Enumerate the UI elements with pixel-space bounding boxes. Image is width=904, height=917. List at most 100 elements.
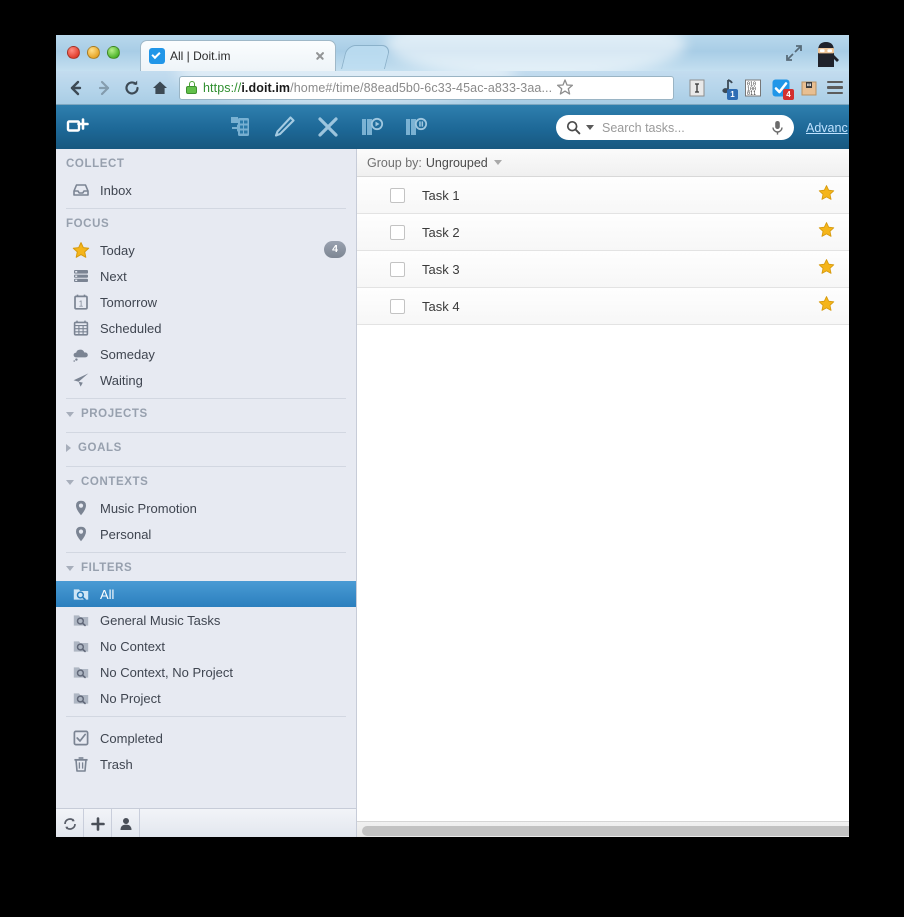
zoom-button[interactable]	[107, 46, 120, 59]
check-circle-icon	[149, 48, 165, 64]
sidebar-section-filters[interactable]: FILTERS	[56, 553, 356, 581]
chevron-down-icon[interactable]	[493, 160, 502, 165]
task-row[interactable]: Task 1	[357, 177, 849, 214]
star-outline-icon[interactable]	[556, 78, 576, 98]
expand-arrows-icon[interactable]	[783, 42, 805, 64]
new-tab-button[interactable]	[341, 45, 391, 69]
task-checkbox[interactable]	[390, 261, 405, 277]
back-arrow-icon[interactable]	[62, 74, 90, 102]
task-title: Task 3	[422, 261, 460, 277]
location-pin-icon	[70, 499, 92, 517]
ninja-avatar-icon[interactable]	[809, 37, 843, 69]
move-to-icon[interactable]	[218, 105, 262, 149]
search-box[interactable]: Search tasks...	[556, 115, 794, 140]
sidebar-item-completed[interactable]: Completed	[56, 725, 356, 751]
sidebar-item-music-promotion[interactable]: Music Promotion	[56, 495, 356, 521]
sidebar-item-all[interactable]: All	[56, 581, 356, 607]
sidebar-item-no-project[interactable]: No Project	[56, 685, 356, 711]
sidebar-item-general-music-tasks[interactable]: General Music Tasks	[56, 607, 356, 633]
search-input[interactable]: Search tasks...	[602, 121, 771, 135]
inbox-icon	[70, 181, 92, 199]
sidebar-item-scheduled[interactable]: Scheduled	[56, 315, 356, 341]
sidebar-item-label: Personal	[100, 526, 152, 542]
sidebar-item-label: All	[100, 586, 115, 602]
trash-icon	[70, 755, 92, 773]
add-task-icon[interactable]	[56, 105, 100, 149]
sidebar-section-projects[interactable]: PROJECTS	[56, 399, 356, 427]
close-icon[interactable]	[313, 49, 327, 63]
task-row[interactable]: Task 4	[357, 288, 849, 325]
device-frame: All | Doit.im https://i.doit.im/home#/ti…	[0, 0, 904, 917]
sync-button[interactable]	[56, 809, 84, 837]
sidebar-item-trash[interactable]: Trash	[56, 751, 356, 777]
task-checkbox[interactable]	[390, 224, 405, 240]
home-icon[interactable]	[146, 74, 174, 102]
timer-play-icon[interactable]	[350, 105, 394, 149]
sidebar-item-personal[interactable]: Personal	[56, 521, 356, 547]
tab-title: All | Doit.im	[170, 49, 231, 63]
list-icon	[70, 267, 92, 285]
minimize-button[interactable]	[87, 46, 100, 59]
sidebar-item-badge: 4	[324, 241, 346, 258]
sidebar-item-someday[interactable]: Someday	[56, 341, 356, 367]
sidebar-item-no-context[interactable]: No Context	[56, 633, 356, 659]
task-row[interactable]: Task 3	[357, 251, 849, 288]
lock-icon	[186, 81, 197, 94]
star-icon	[72, 242, 90, 258]
close-button[interactable]	[67, 46, 80, 59]
sidebar-section-goals[interactable]: GOALS	[56, 433, 356, 461]
group-by-bar[interactable]: Group by: Ungrouped	[357, 149, 849, 177]
account-button[interactable]	[112, 809, 140, 837]
chevron-down-icon[interactable]	[66, 565, 74, 571]
star-icon[interactable]	[818, 184, 835, 206]
extension-badge: 1	[727, 88, 738, 100]
sidebar-item-inbox[interactable]: Inbox	[56, 177, 356, 203]
browser-tab[interactable]: All | Doit.im	[140, 40, 336, 71]
sidebar-section-label: FOCUS	[66, 218, 110, 230]
hamburger-menu-icon[interactable]	[827, 81, 843, 94]
browser-titlebar: All | Doit.im	[56, 35, 849, 71]
sidebar-item-waiting[interactable]: Waiting	[56, 367, 356, 393]
sidebar-footer	[56, 808, 356, 837]
chevron-down-icon[interactable]	[586, 125, 594, 130]
sidebar-section-collect: COLLECT	[56, 149, 356, 177]
chevron-down-icon[interactable]	[66, 479, 74, 485]
chevron-right-icon[interactable]	[66, 444, 71, 452]
microphone-icon[interactable]	[771, 120, 784, 136]
sidebar-section-contexts[interactable]: CONTEXTS	[56, 467, 356, 495]
star-icon[interactable]	[818, 258, 835, 280]
star-icon[interactable]	[818, 295, 835, 317]
trash-icon	[74, 757, 88, 772]
scrollbar-thumb[interactable]	[362, 826, 849, 836]
doit-checkmark-extension-icon[interactable]: 4	[771, 78, 794, 100]
sidebar-item-label: Music Promotion	[100, 500, 197, 516]
sidebar-item-label: Tomorrow	[100, 294, 158, 310]
timer-pause-icon[interactable]	[394, 105, 438, 149]
sidebar-item-label: Completed	[100, 730, 163, 746]
add-button[interactable]	[84, 809, 112, 837]
folder-search-icon	[70, 689, 92, 707]
reload-icon[interactable]	[118, 74, 146, 102]
url-scheme: https://	[203, 80, 242, 95]
qr-code-extension-icon[interactable]: 010 100 011	[743, 78, 763, 98]
horizontal-scrollbar[interactable]	[357, 821, 849, 837]
task-checkbox[interactable]	[390, 187, 405, 203]
sidebar-item-tomorrow[interactable]: 1 Tomorrow	[56, 289, 356, 315]
address-bar[interactable]: https://i.doit.im/home#/time/88ead5b0-6c…	[179, 75, 674, 100]
star-icon[interactable]	[818, 221, 835, 243]
task-checkbox[interactable]	[390, 298, 405, 314]
sidebar-item-next[interactable]: Next	[56, 263, 356, 289]
calendar-day-icon: 1	[74, 294, 88, 310]
advanced-search-link[interactable]: Advanc	[806, 121, 848, 135]
text-cursor-extension-icon[interactable]	[687, 78, 707, 98]
task-row[interactable]: Task 2	[357, 214, 849, 251]
music-note-extension-icon[interactable]: 1	[715, 78, 738, 100]
close-x-icon[interactable]	[306, 105, 350, 149]
sidebar-item-no-context-no-project[interactable]: No Context, No Project	[56, 659, 356, 685]
package-extension-icon[interactable]	[799, 78, 819, 98]
sidebar-item-today[interactable]: Today 4	[56, 237, 356, 263]
url-host: i.doit.im	[241, 80, 291, 95]
pencil-icon[interactable]	[262, 105, 306, 149]
app-toolbar: Search tasks... Advanc	[56, 105, 849, 149]
chevron-down-icon[interactable]	[66, 411, 74, 417]
